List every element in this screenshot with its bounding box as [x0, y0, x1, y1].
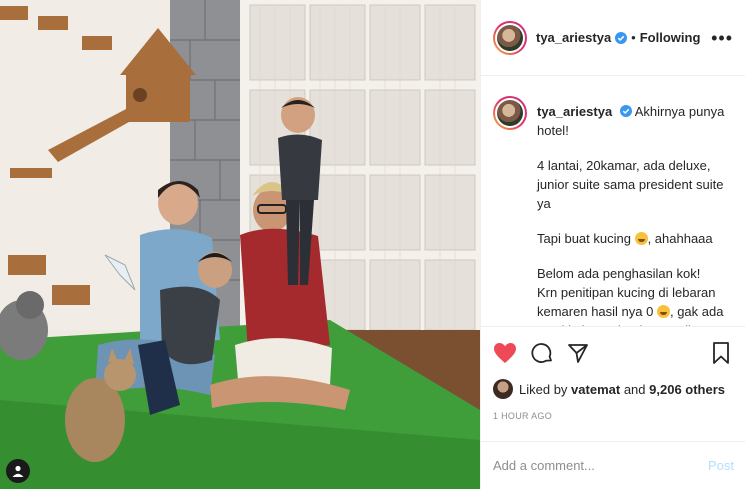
heart-icon[interactable]: [493, 342, 517, 364]
post-side-panel: tya_ariestya • Following ••• tya_ariesty…: [480, 0, 745, 489]
comment-input[interactable]: [493, 458, 708, 473]
user-tag-icon[interactable]: [6, 459, 30, 483]
action-icons: [493, 339, 734, 367]
liked-by-prefix: Liked by: [519, 381, 568, 397]
comment-glyph: [531, 343, 552, 363]
post-header: tya_ariestya • Following •••: [481, 0, 745, 76]
heart-glyph: [494, 343, 516, 363]
more-horizontal-icon[interactable]: •••: [711, 29, 733, 47]
family-photo-illustration: [0, 0, 480, 489]
caption-text-income: Belom ada penghasilan kok!: [537, 266, 701, 281]
liker-avatar[interactable]: [493, 379, 513, 399]
caption-avatar-image: [497, 100, 523, 126]
post-timestamp[interactable]: 1 HOUR AGO: [493, 411, 734, 421]
caption-paragraph-2: Tapi buat kucing , ahahhaaa: [537, 229, 731, 248]
likes-text: Liked by vatemat and 9,206 others: [519, 382, 725, 397]
share-icon[interactable]: [567, 342, 589, 364]
header-separator: •: [631, 30, 636, 45]
caption-paragraph-1: 4 lantai, 20kamar, ada deluxe, junior su…: [537, 158, 724, 211]
verified-icon: [619, 105, 632, 117]
caption-paragraph-3: Belom ada penghasilan kok! Krn penitipan …: [537, 264, 731, 326]
bookmark-glyph: [713, 342, 729, 364]
author-username[interactable]: tya_ariestya: [536, 30, 611, 45]
comment-icon[interactable]: [531, 342, 553, 364]
likes-others-count[interactable]: 9,206 others: [649, 382, 725, 397]
grinning-emoji-icon: [634, 232, 648, 245]
caption-text-laugh: , ahahhaaa: [647, 231, 713, 246]
author-avatar[interactable]: [493, 20, 527, 55]
likes-summary: Liked by vatemat and 9,206 others: [493, 379, 734, 399]
user-tag-glyph: [12, 465, 24, 477]
caption-avatar-ring: [495, 98, 525, 128]
caption-username[interactable]: tya_ariestya: [537, 104, 612, 119]
bookmark-icon[interactable]: [712, 341, 730, 365]
share-glyph: [568, 344, 588, 363]
post-comment-button[interactable]: Post: [708, 458, 734, 473]
grinning-emoji-icon: [656, 305, 670, 318]
caption-area: tya_ariestya Akhirnya punya hotel! 4 lan…: [481, 76, 745, 326]
caption-first-line: tya_ariestya Akhirnya punya hotel!: [537, 102, 731, 140]
caption-text: tya_ariestya Akhirnya punya hotel! 4 lan…: [537, 96, 731, 326]
caption-text-kucing: Tapi buat kucing: [537, 231, 631, 246]
verified-icon: [615, 31, 628, 44]
comment-bar: Post: [481, 441, 745, 489]
caption-author-avatar[interactable]: [493, 96, 527, 130]
liker-username[interactable]: vatemat: [571, 382, 620, 397]
liked-by-and: and: [623, 381, 646, 397]
author-avatar-image: [497, 24, 523, 51]
post-photo[interactable]: [0, 0, 480, 489]
follow-status-button[interactable]: Following: [640, 30, 701, 45]
author-avatar-ring: [495, 22, 525, 53]
